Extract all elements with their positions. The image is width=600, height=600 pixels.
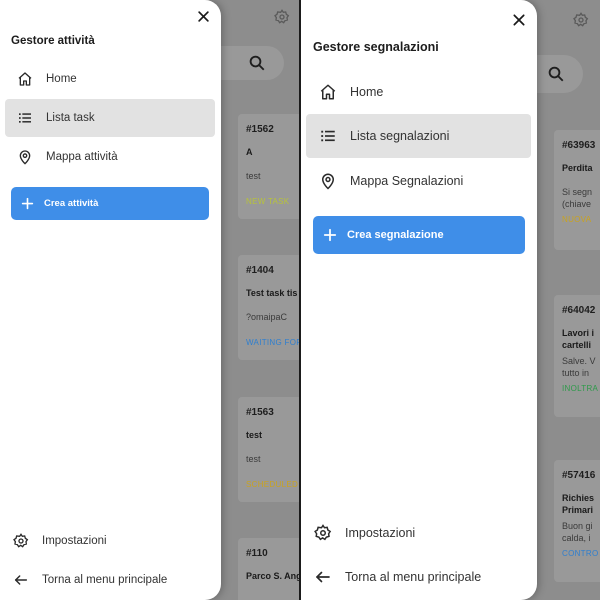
list-icon: [17, 110, 33, 126]
card-description: test: [246, 171, 261, 181]
card-description-line2: (chiave: [562, 199, 592, 209]
nav-item-report-list[interactable]: Lista segnalazioni: [306, 114, 531, 158]
create-button-label: Crea segnalazione: [347, 229, 444, 241]
nav-item-home[interactable]: Home: [5, 60, 215, 98]
report-card[interactable]: #57416 Richies Primari Buon gi calda, i …: [554, 460, 600, 582]
nav-item-label: Lista segnalazioni: [350, 129, 450, 143]
search-icon: [548, 66, 564, 82]
create-activity-button[interactable]: Crea attività: [11, 187, 209, 220]
screen-gestore-segnalazioni: #63963 Perdita Si segn (chiave NUOVA #64…: [301, 0, 600, 600]
card-title: test: [246, 430, 263, 440]
card-description: Si segn: [562, 187, 593, 197]
card-title-line2: cartelli: [562, 340, 592, 350]
gear-icon: [314, 524, 332, 542]
plus-icon: [21, 197, 34, 210]
card-id: #1562: [246, 124, 274, 135]
home-icon: [319, 83, 337, 101]
navigation-drawer: Gestore segnalazioni Home Lista segnalaz…: [301, 0, 537, 600]
nav-item-label: Mappa attività: [46, 151, 118, 163]
card-title: Richies: [562, 493, 595, 503]
nav-item-label: Torna al menu principale: [42, 574, 168, 586]
arrow-left-icon: [314, 568, 332, 586]
card-id: #1563: [246, 407, 274, 418]
map-pin-icon: [319, 172, 337, 190]
card-title: Test task tis: [246, 288, 298, 298]
card-id: #1404: [246, 265, 274, 276]
nav-item-report-map[interactable]: Mappa Segnalazioni: [306, 159, 531, 203]
nav-item-back-to-main-menu[interactable]: Torna al menu principale: [5, 561, 215, 599]
card-title: A: [246, 147, 253, 157]
nav-item-home[interactable]: Home: [306, 70, 531, 114]
card-description: test: [246, 454, 261, 464]
card-status: WAITING FOR: [246, 338, 299, 347]
nav-item-label: Impostazioni: [42, 535, 107, 547]
list-icon: [319, 127, 337, 145]
card-description: ?omaipaC: [246, 312, 288, 322]
nav-item-activity-map[interactable]: Mappa attività: [5, 138, 215, 176]
task-card[interactable]: #1562 A test NEW TASK: [238, 114, 299, 219]
card-status: NEW TASK: [246, 197, 290, 206]
close-button[interactable]: [511, 12, 527, 28]
drawer-title: Gestore attività: [11, 35, 95, 47]
nav-item-task-list[interactable]: Lista task: [5, 99, 215, 137]
card-id: #64042: [562, 305, 596, 316]
settings-gear-icon[interactable]: [274, 9, 290, 25]
card-description-line2: tutto in: [562, 368, 590, 378]
card-status: CONTRO: [562, 549, 599, 558]
card-status: INOLTRA: [562, 384, 599, 393]
nav-item-label: Home: [350, 85, 384, 99]
settings-gear-icon[interactable]: [573, 12, 589, 28]
map-pin-icon: [17, 149, 33, 165]
nav-item-back-to-main-menu[interactable]: Torna al menu principale: [306, 555, 531, 599]
card-id: #63963: [562, 140, 596, 151]
card-description-line2: calda, i: [562, 533, 591, 543]
nav-item-label: Mappa Segnalazioni: [350, 174, 464, 188]
card-id: #57416: [562, 470, 596, 481]
nav-item-settings[interactable]: Impostazioni: [5, 522, 215, 560]
navigation-drawer: Gestore attività Home Lista task Mappa a…: [0, 0, 221, 600]
card-id: #110: [246, 548, 268, 559]
report-card[interactable]: #63963 Perdita Si segn (chiave NUOVA: [554, 130, 600, 250]
card-title: Perdita: [562, 163, 593, 173]
card-description: Buon gi: [562, 521, 593, 531]
nav-item-label: Home: [46, 73, 77, 85]
plus-icon: [323, 228, 337, 242]
card-status: SCHEDULED: [246, 480, 299, 489]
drawer-title: Gestore segnalazioni: [313, 40, 439, 54]
card-status: NUOVA: [562, 215, 592, 224]
card-title: Lavori i: [562, 328, 595, 338]
task-card[interactable]: #1563 test test SCHEDULED: [238, 397, 299, 502]
nav-item-label: Impostazioni: [345, 526, 416, 540]
card-title-line2: Primari: [562, 505, 594, 515]
nav-item-label: Torna al menu principale: [345, 570, 482, 584]
arrow-left-icon: [13, 572, 29, 588]
close-icon: [198, 11, 209, 22]
create-report-button[interactable]: Crea segnalazione: [313, 216, 525, 254]
create-button-label: Crea attività: [44, 198, 99, 209]
close-icon: [513, 14, 525, 26]
close-button[interactable]: [196, 9, 211, 24]
nav-item-settings[interactable]: Impostazioni: [306, 511, 531, 555]
report-card[interactable]: #64042 Lavori i cartelli Salve. V tutto …: [554, 295, 600, 417]
task-card[interactable]: #1404 Test task tis ?omaipaC WAITING FOR: [238, 255, 299, 360]
task-card[interactable]: #110 Parco S. Ang: [238, 538, 299, 600]
card-description: Salve. V: [562, 356, 596, 366]
screen-gestore-attivita: #1562 A test NEW TASK #1404 Test task ti…: [0, 0, 299, 600]
search-icon: [249, 55, 265, 71]
nav-item-label: Lista task: [46, 112, 95, 124]
card-title: Parco S. Ang: [246, 571, 299, 581]
gear-icon: [13, 533, 29, 549]
home-icon: [17, 71, 33, 87]
